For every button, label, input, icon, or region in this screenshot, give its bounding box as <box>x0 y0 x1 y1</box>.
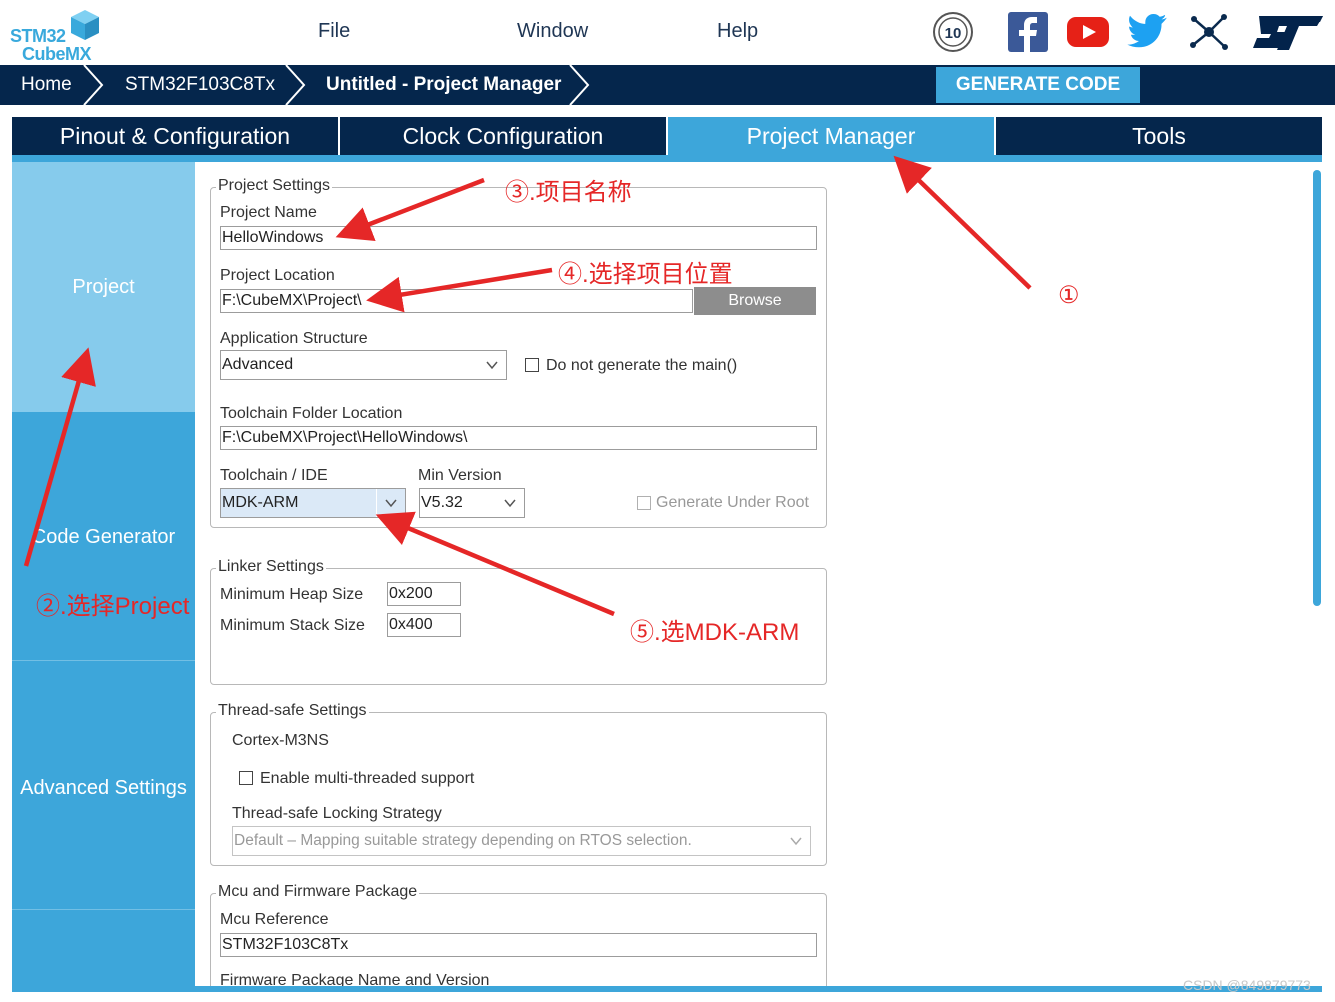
tab-tools[interactable]: Tools <box>996 117 1322 155</box>
project-location-input[interactable] <box>220 289 693 313</box>
vertical-scrollbar[interactable] <box>1313 170 1321 606</box>
stack-size-input[interactable] <box>387 613 461 637</box>
tab-underline <box>12 155 1322 162</box>
locking-strategy-select[interactable]: Default – Mapping suitable strategy depe… <box>232 826 811 856</box>
annotation-2: ②.选择Project <box>36 593 190 620</box>
breadcrumb-home[interactable]: Home <box>21 65 72 105</box>
application-structure-label: Application Structure <box>220 330 368 347</box>
toolchain-ide-value: MDK-ARM <box>222 494 299 511</box>
application-structure-value: Advanced <box>222 356 294 373</box>
chevron-down-icon <box>385 499 397 508</box>
menu-help[interactable]: Help <box>717 20 758 43</box>
project-location-label: Project Location <box>220 267 335 284</box>
breadcrumb-mcu[interactable]: STM32F103C8Tx <box>125 65 275 105</box>
cube-logo-icon <box>71 10 99 40</box>
min-version-select[interactable]: V5.32 <box>419 488 525 518</box>
chevron-down-icon <box>790 837 802 846</box>
toolchain-ide-label: Toolchain / IDE <box>220 467 328 484</box>
main-tabs: Pinout & Configuration Clock Configurati… <box>12 117 1322 157</box>
no-main-label: Do not generate the main() <box>546 357 738 374</box>
chevron-down-icon <box>504 499 516 508</box>
app-header: STM32 CubeMX File Window Help 10 <box>0 0 1335 65</box>
project-name-label: Project Name <box>220 204 317 221</box>
logo-text-cubemx: CubeMX <box>22 44 92 64</box>
svg-text:10: 10 <box>945 25 962 42</box>
side-item-advanced-settings[interactable]: Advanced Settings <box>12 661 195 909</box>
facebook-icon[interactable] <box>1006 10 1050 54</box>
panel-bottom-edge <box>12 986 1322 992</box>
browse-button[interactable]: Browse <box>694 287 816 315</box>
multi-thread-checkbox[interactable] <box>239 771 253 785</box>
chevron-down-icon <box>486 361 498 370</box>
core-label: Cortex-M3NS <box>232 732 329 749</box>
twitter-icon[interactable] <box>1126 10 1170 54</box>
side-separator <box>12 909 195 910</box>
mcu-reference-input[interactable] <box>220 933 817 957</box>
menu-window[interactable]: Window <box>517 20 588 43</box>
toolchain-folder-label: Toolchain Folder Location <box>220 405 403 422</box>
project-settings-panel: Project Settings Project Name Project Lo… <box>195 162 1322 990</box>
tab-clock-configuration[interactable]: Clock Configuration <box>340 117 666 155</box>
select-divider <box>376 489 377 517</box>
generate-under-root-label: Generate Under Root <box>656 494 809 511</box>
breadcrumb-current[interactable]: Untitled - Project Manager <box>326 65 561 105</box>
min-version-label: Min Version <box>418 467 502 484</box>
breadcrumb-arrow-icon <box>83 65 104 105</box>
linker-settings-legend: Linker Settings <box>216 558 326 576</box>
no-main-checkbox[interactable] <box>525 358 539 372</box>
heap-size-input[interactable] <box>387 582 461 606</box>
thread-safe-legend: Thread-safe Settings <box>216 702 369 720</box>
watermark: CSDN @849879773 <box>1183 977 1311 993</box>
annotation-4: ④.选择项目位置 <box>558 261 733 288</box>
project-name-input[interactable] <box>220 226 817 250</box>
breadcrumb-arrow-icon <box>569 65 590 105</box>
st-logo-icon[interactable] <box>1250 10 1326 54</box>
application-structure-select[interactable]: Advanced <box>220 350 507 380</box>
youtube-icon[interactable] <box>1066 10 1110 54</box>
annotation-5: ⑤.选MDK-ARM <box>630 619 800 646</box>
min-version-value: V5.32 <box>421 494 463 511</box>
heap-size-label: Minimum Heap Size <box>220 586 364 603</box>
annotation-1: ① <box>1058 282 1080 309</box>
stack-size-label: Minimum Stack Size <box>220 617 365 634</box>
side-item-code-generator[interactable]: Code Generator <box>12 412 195 660</box>
multi-thread-label: Enable multi-threaded support <box>260 770 475 787</box>
project-settings-legend: Project Settings <box>216 177 333 195</box>
breadcrumb-arrow-icon <box>285 65 306 105</box>
stm32cubemx-logo: STM32 CubeMX <box>8 6 100 64</box>
locking-strategy-value: Default – Mapping suitable strategy depe… <box>234 832 692 849</box>
anniversary-10-years-icon[interactable]: 10 <box>931 10 975 54</box>
network-icon[interactable] <box>1187 10 1231 54</box>
toolchain-folder-input[interactable] <box>220 426 817 450</box>
mcu-package-legend: Mcu and Firmware Package <box>216 883 420 901</box>
generate-code-button[interactable]: GENERATE CODE <box>936 67 1140 103</box>
toolchain-ide-select[interactable]: MDK-ARM <box>220 488 406 518</box>
mcu-reference-label: Mcu Reference <box>220 911 329 928</box>
annotation-3: ③.项目名称 <box>505 179 632 206</box>
side-nav: Project Code Generator Advanced Settings <box>12 162 195 990</box>
side-item-project[interactable]: Project <box>12 162 195 412</box>
breadcrumb: Home STM32F103C8Tx Untitled - Project Ma… <box>0 65 1335 105</box>
tab-pinout-configuration[interactable]: Pinout & Configuration <box>12 117 338 155</box>
tab-project-manager[interactable]: Project Manager <box>668 117 994 155</box>
generate-under-root-checkbox[interactable] <box>637 496 651 510</box>
menu-file[interactable]: File <box>318 20 350 43</box>
locking-strategy-label: Thread-safe Locking Strategy <box>232 805 442 822</box>
